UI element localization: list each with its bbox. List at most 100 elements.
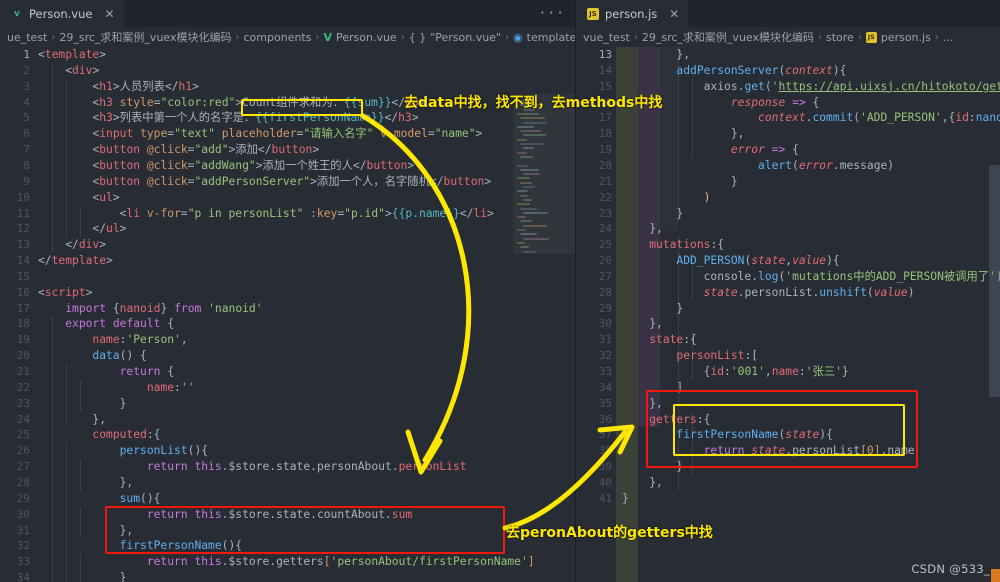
code-line[interactable]: }	[622, 301, 683, 317]
code-line[interactable]: export default {	[38, 316, 174, 332]
breadcrumb-item-2[interactable]: components	[244, 31, 312, 44]
line-number: 24	[598, 222, 612, 236]
code-line[interactable]: },	[38, 475, 134, 491]
code-line[interactable]: personList(){	[38, 443, 208, 459]
scrollbar-vertical-right[interactable]	[989, 165, 1000, 397]
breadcrumb-item-1[interactable]: 29_src_求和案例_vuex模块化编码	[642, 29, 814, 45]
code-line[interactable]: return {	[38, 364, 174, 380]
line-number: 23	[16, 396, 30, 410]
breadcrumb-item-1[interactable]: 29_src_求和案例_vuex模块化编码	[59, 29, 231, 45]
code-line[interactable]: console.log('mutations中的ADD_PERSON被调用了')	[622, 269, 1000, 285]
code-line[interactable]: </template>	[38, 253, 113, 269]
code-line[interactable]: <button @click="addPersonServer">添加一个人，名…	[38, 174, 491, 190]
code-line[interactable]: computed:{	[38, 427, 160, 443]
code-line[interactable]: sum(){	[38, 491, 161, 507]
code-line[interactable]: },	[622, 126, 745, 142]
line-number: 26	[598, 254, 612, 268]
more-actions-icon[interactable]: ···	[528, 0, 575, 27]
code-line[interactable]: firstPersonName(){	[38, 538, 242, 554]
breadcrumb-item-3[interactable]: person.js	[881, 31, 931, 44]
line-number: 32	[16, 539, 30, 553]
code-line[interactable]: <button @click="add">添加</button>	[38, 142, 319, 158]
code-line[interactable]: name:''	[38, 380, 195, 396]
close-icon[interactable]: ✕	[104, 8, 114, 20]
code-line[interactable]: )	[622, 190, 711, 206]
tab-person-vue[interactable]: V Person.vue ✕	[0, 0, 124, 27]
code-area-right[interactable]: 13 }, 14 addPersonServer(context){15 axio…	[576, 47, 1000, 582]
code-line[interactable]: firstPersonName(state){	[622, 427, 832, 443]
code-line[interactable]: }	[38, 570, 127, 582]
code-line[interactable]: import {nanoid} from 'nanoid'	[38, 301, 262, 317]
code-line[interactable]: response => {	[622, 95, 819, 111]
code-line[interactable]: <script>	[38, 285, 92, 301]
breadcrumb-item-4[interactable]: "Person.vue"	[430, 31, 501, 44]
line-number: 36	[598, 412, 612, 426]
code-line[interactable]: data() {	[38, 348, 146, 364]
code-line[interactable]: }	[38, 396, 127, 412]
line-number: 37	[598, 428, 612, 442]
line-number: 18	[16, 317, 30, 331]
code-line[interactable]: error => {	[622, 142, 799, 158]
code-line[interactable]: getters:{	[622, 412, 710, 428]
code-line[interactable]: },	[622, 47, 690, 63]
breadcrumb-item-5[interactable]: template	[527, 31, 575, 44]
code-line[interactable]: </div>	[38, 237, 106, 253]
code-line[interactable]: },	[622, 316, 663, 332]
minimap-left[interactable]	[513, 94, 575, 582]
line-number: 16	[598, 95, 612, 109]
code-area-left[interactable]: 1 <template> 2 <div> 3 <h1>人员列表</h1> 4 <h3 s…	[0, 47, 575, 582]
code-line[interactable]: ]	[622, 380, 683, 396]
code-line[interactable]: <template>	[38, 47, 106, 63]
vue-icon: V	[323, 30, 332, 44]
vscode-window: V Person.vue ✕ ··· ue_test › 29_src_求和案例…	[0, 0, 1000, 582]
breadcrumb-item-0[interactable]: ue_test	[7, 31, 47, 44]
minimap-line	[517, 164, 528, 167]
code-line[interactable]: },	[622, 396, 663, 412]
code-line[interactable]: <button @click="addWang">添加一个姓王的人</butto…	[38, 158, 414, 174]
line-number: 30	[598, 317, 612, 331]
code-line[interactable]: }	[622, 174, 738, 190]
code-line[interactable]: },	[38, 412, 106, 428]
code-line[interactable]: },	[38, 523, 134, 539]
line-number: 28	[16, 475, 30, 489]
code-line[interactable]: return this.$store.state.countAbout.sum	[38, 507, 412, 523]
tab-person-js[interactable]: JS person.js ✕	[576, 0, 689, 27]
code-line[interactable]: alert(error.message)	[622, 158, 894, 174]
code-line[interactable]: <h3 style="color:red">Count组件求和为：{{sum}}…	[38, 95, 425, 111]
code-line[interactable]: {id:'001',name:'张三'}	[622, 364, 849, 380]
breadcrumb-item-4[interactable]: ...	[943, 31, 954, 44]
code-line[interactable]: state.personList.unshift(value)	[622, 285, 915, 301]
code-line[interactable]: },	[622, 221, 663, 237]
code-line[interactable]: name:'Person',	[38, 332, 187, 348]
code-line[interactable]: state:{	[622, 332, 697, 348]
code-line[interactable]: </ul>	[38, 221, 126, 237]
code-line[interactable]: <h1>人员列表</h1>	[38, 79, 198, 95]
code-line[interactable]: <h3>列表中第一个人的名字是：{{firstPersonName}}</h3>	[38, 110, 418, 126]
line-number: 31	[598, 333, 612, 347]
code-line[interactable]: mutations:{	[622, 237, 724, 253]
code-line[interactable]: axios.get('https://api.uixsj.cn/hitokoto…	[622, 79, 1000, 95]
code-line[interactable]: }	[622, 491, 629, 507]
code-line[interactable]: <div>	[38, 63, 99, 79]
code-line[interactable]: return this.$store.state.personAbout.per…	[38, 459, 467, 475]
code-line[interactable]: addPersonServer(context){	[622, 63, 846, 79]
close-icon[interactable]: ✕	[669, 8, 679, 20]
line-number: 35	[598, 396, 612, 410]
code-line[interactable]: personList:[	[622, 348, 758, 364]
breadcrumb-left: ue_test › 29_src_求和案例_vuex模块化编码 › compon…	[0, 27, 575, 47]
breadcrumb-item-2[interactable]: store	[826, 31, 854, 44]
line-number: 19	[16, 333, 30, 347]
code-line[interactable]: return state.personList[0].name	[622, 443, 915, 459]
code-line[interactable]: ADD_PERSON(state,value){	[622, 253, 839, 269]
code-line[interactable]: }	[622, 459, 683, 475]
code-line[interactable]: }	[622, 206, 683, 222]
breadcrumb-item-3[interactable]: Person.vue	[336, 31, 397, 44]
code-line[interactable]: <ul>	[38, 190, 119, 206]
code-line[interactable]: <input type="text" placeholder="请输入名字" v…	[38, 126, 482, 142]
code-line[interactable]: <li v-for="p in personList" :key="p.id">…	[38, 206, 494, 222]
minimap-line	[520, 207, 537, 210]
code-line[interactable]: },	[622, 475, 663, 491]
code-line[interactable]: context.commit('ADD_PERSON',{id:nanoid()…	[622, 110, 1000, 126]
breadcrumb-item-0[interactable]: vue_test	[583, 31, 630, 44]
code-line[interactable]: return this.$store.getters['personAbout/…	[38, 554, 535, 570]
